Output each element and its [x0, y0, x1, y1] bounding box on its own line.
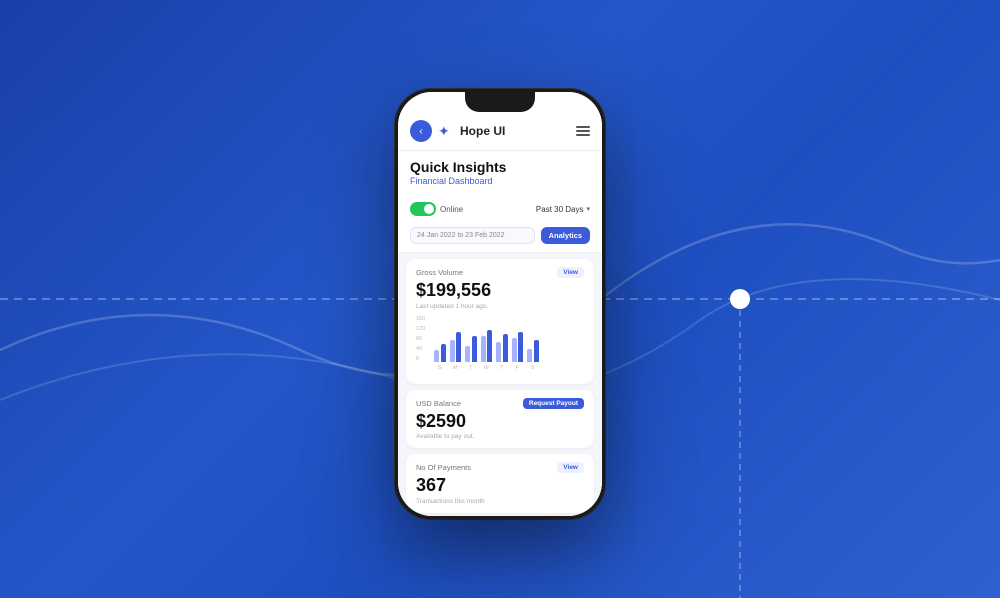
bar-s-light [434, 350, 439, 362]
page-header: Quick Insights Financial Dashboard [398, 151, 602, 196]
bar-t1-dark [472, 336, 477, 362]
online-toggle[interactable] [410, 202, 436, 216]
page-subtitle: Financial Dashboard [410, 176, 590, 186]
bar-group-s [434, 344, 446, 362]
x-label-t2: T [496, 365, 508, 371]
y-label-40: 40 [416, 346, 432, 352]
bar-sat-light [527, 349, 532, 362]
y-label-120: 120 [416, 326, 432, 332]
gross-volume-card: Gross Volume View $199,556 Last updated … [406, 259, 594, 384]
request-payout-button[interactable]: Request Payout [523, 398, 584, 409]
app-content: ‹ ✦ Hope UI Quick Insights Financial Das… [398, 92, 602, 516]
date-range-dropdown[interactable]: Past 30 Days ▾ [536, 205, 590, 214]
bar-chart: 160 120 80 40 0 [416, 316, 584, 376]
x-label-s: S [434, 365, 446, 371]
hamburger-line-3 [576, 134, 590, 136]
gross-volume-value: $199,556 [416, 280, 584, 302]
bar-group-t2 [496, 334, 508, 362]
usd-balance-label: USD Balance [416, 399, 461, 408]
analytics-label: Analytics [549, 231, 582, 240]
gross-volume-subtext: Last updated 1 hour ago. [416, 303, 584, 310]
top-bar-left: ‹ ✦ Hope UI [410, 120, 505, 142]
bar-w-dark [487, 330, 492, 362]
payments-value: 367 [416, 475, 584, 497]
bar-t2-dark [503, 334, 508, 362]
card-header-payments: No Of Payments View [416, 462, 584, 473]
analytics-button[interactable]: Analytics [541, 227, 590, 244]
notch [465, 92, 535, 112]
toggle-label: Online [440, 205, 463, 214]
back-button[interactable]: ‹ [410, 120, 432, 142]
bar-w-light [481, 336, 486, 362]
app-name: Hope UI [460, 124, 505, 138]
chevron-down-icon: ▾ [586, 205, 590, 213]
hamburger-line-2 [576, 130, 590, 132]
y-label-0: 0 [416, 356, 432, 362]
chart-x-axis: S M T W T F S [434, 365, 584, 371]
phone-screen: ‹ ✦ Hope UI Quick Insights Financial Das… [398, 92, 602, 516]
payments-view-button[interactable]: View [557, 462, 584, 473]
x-label-m: M [450, 365, 462, 371]
x-label-f: F [512, 365, 524, 371]
bar-group-w [481, 330, 493, 362]
x-label-t1: T [465, 365, 477, 371]
bar-s-dark [441, 344, 446, 362]
app-logo-icon: ✦ [438, 123, 454, 139]
usd-balance-value: $2590 [416, 411, 584, 433]
x-label-w: W [481, 365, 493, 371]
payments-subtext: Transactions this month [416, 498, 584, 505]
bar-group-sat [527, 340, 539, 362]
bar-m-light [450, 340, 455, 362]
bar-group-t1 [465, 336, 477, 362]
bar-f-dark [518, 332, 523, 362]
gross-volume-label: Gross Volume [416, 268, 463, 277]
usd-balance-subtext: Available to pay out. [416, 433, 584, 440]
page-title: Quick Insights [410, 159, 590, 175]
date-range-value: 24 Jan 2022 to 23 Feb 2022 [417, 232, 505, 239]
bar-group-m [450, 332, 462, 362]
y-label-80: 80 [416, 336, 432, 342]
back-icon: ‹ [419, 126, 422, 137]
bar-group-f [512, 332, 524, 362]
date-range-row: 24 Jan 2022 to 23 Feb 2022 Analytics [398, 222, 602, 253]
phone-mockup: ‹ ✦ Hope UI Quick Insights Financial Das… [395, 89, 605, 519]
chart-bars-container [434, 316, 584, 362]
bar-t1-light [465, 346, 470, 362]
toggle-container: Online [410, 202, 463, 216]
bar-sat-dark [534, 340, 539, 362]
payments-card: No Of Payments View 367 Transactions thi… [406, 454, 594, 513]
card-header-gross: Gross Volume View [416, 267, 584, 278]
hamburger-menu[interactable] [576, 126, 590, 136]
dropdown-label: Past 30 Days [536, 205, 584, 214]
bar-t2-light [496, 342, 501, 362]
y-label-160: 160 [416, 316, 432, 322]
controls-row: Online Past 30 Days ▾ [398, 196, 602, 222]
bar-f-light [512, 338, 517, 362]
card-header-usd: USD Balance Request Payout [416, 398, 584, 409]
gross-volume-view-button[interactable]: View [557, 267, 584, 278]
date-range-input[interactable]: 24 Jan 2022 to 23 Feb 2022 [410, 227, 535, 244]
x-label-sat: S [527, 365, 539, 371]
bar-m-dark [456, 332, 461, 362]
chart-y-axis: 160 120 80 40 0 [416, 316, 432, 362]
phone-frame: ‹ ✦ Hope UI Quick Insights Financial Das… [395, 89, 605, 519]
hamburger-line-1 [576, 126, 590, 128]
usd-balance-card: USD Balance Request Payout $2590 Availab… [406, 390, 594, 449]
payments-label: No Of Payments [416, 463, 471, 472]
